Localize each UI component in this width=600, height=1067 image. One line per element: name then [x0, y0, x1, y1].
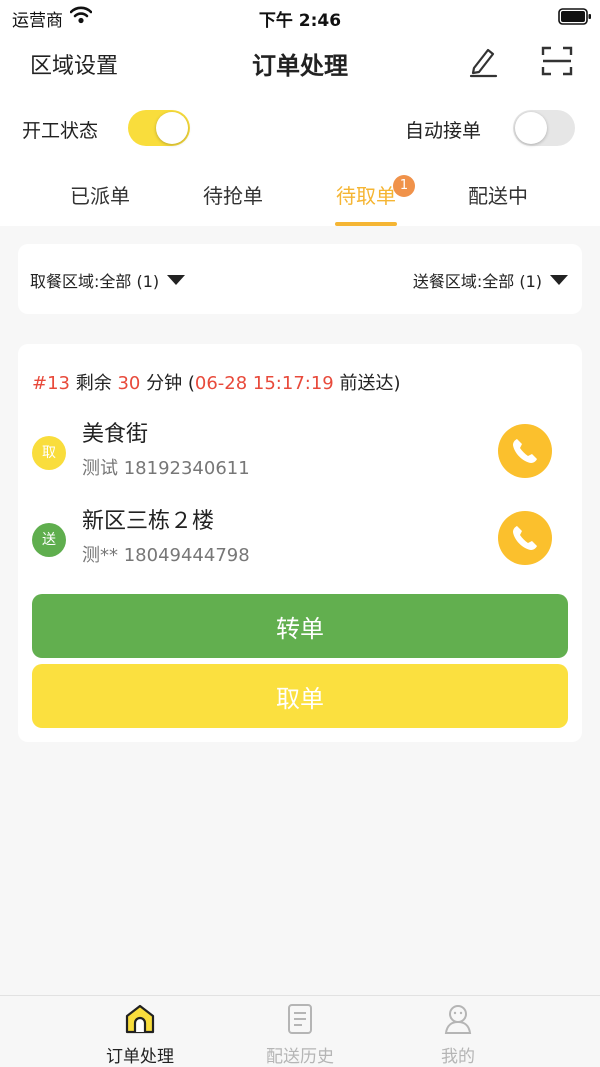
delivery-contact: 测** 18049444798 — [82, 545, 250, 566]
order-number: #13 — [32, 373, 70, 394]
home-icon — [125, 1004, 155, 1034]
top-panel: 运营商 下午 2:46 区域设置 订单处理 开工状态 自动接单 已派单 待抢单 … — [0, 0, 600, 226]
caret-down-icon — [550, 275, 568, 285]
tabbar-history-label: 配送历史 — [266, 1047, 334, 1067]
tabbar-orders[interactable]: 订单处理 — [80, 1002, 200, 1067]
tabbar-mine-label: 我的 — [441, 1047, 475, 1067]
auto-accept-label: 自动接单 — [405, 120, 482, 142]
deadline-time: 06-28 15:17:19 — [194, 373, 334, 394]
pickup-area-filter[interactable]: 取餐区域:全部 (1) — [30, 268, 186, 292]
document-icon — [288, 1004, 312, 1034]
clock: 下午 2:46 — [258, 11, 342, 31]
nav-bar: 区域设置 订单处理 — [0, 40, 600, 86]
remain-minutes: 30 — [117, 373, 141, 394]
deadline-suffix: 前送达) — [339, 373, 401, 394]
delivery-area-label: 送餐区域:全部 (1) — [412, 272, 542, 291]
tabbar-orders-label: 订单处理 — [106, 1047, 174, 1067]
edit-icon[interactable] — [466, 44, 500, 82]
take-order-button[interactable]: 取单 — [32, 664, 568, 728]
toggle-knob — [156, 112, 188, 144]
tab-dispatched[interactable]: 已派单 — [50, 180, 150, 209]
bottom-tab-bar: 订单处理 配送历史 我的 — [0, 995, 600, 1067]
user-icon — [444, 1005, 472, 1034]
order-header: #13 剩余 30 分钟 (06-28 15:17:19 前送达) — [32, 369, 401, 395]
phone-icon — [513, 439, 537, 463]
auto-accept-toggle[interactable] — [513, 110, 575, 146]
pickup-name: 美食街 — [82, 422, 149, 447]
tabbar-history[interactable]: 配送历史 — [240, 1002, 360, 1067]
tab-active-underline — [335, 222, 397, 226]
open-paren: ( — [187, 373, 195, 394]
order-tabs: 已派单 待抢单 待取单 配送中 — [0, 172, 600, 226]
tab-grab[interactable]: 待抢单 — [183, 180, 283, 209]
pickup-area-label: 取餐区域:全部 (1) — [30, 272, 160, 291]
region-settings-button[interactable]: 区域设置 — [30, 48, 118, 80]
phone-icon — [513, 526, 537, 550]
delivery-name: 新区三栋２楼 — [82, 509, 215, 534]
tab-delivering[interactable]: 配送中 — [448, 180, 548, 209]
pickup-badge: 取 — [32, 436, 66, 470]
area-filter-card: 取餐区域:全部 (1) 送餐区域:全部 (1) — [18, 244, 582, 314]
work-status-label: 开工状态 — [22, 120, 99, 142]
battery-icon — [558, 8, 592, 31]
pickup-contact: 测试 18192340611 — [82, 458, 250, 479]
status-toggles-row: 开工状态 自动接单 — [0, 106, 600, 150]
tabbar-mine[interactable]: 我的 — [398, 1002, 518, 1067]
toggle-knob — [515, 112, 547, 144]
delivery-area-filter[interactable]: 送餐区域:全部 (1) — [413, 268, 568, 292]
scan-icon[interactable] — [540, 44, 574, 82]
work-status-toggle[interactable] — [128, 110, 190, 146]
status-bar: 运营商 下午 2:46 — [0, 0, 600, 34]
remain-unit: 分钟 — [146, 373, 183, 394]
remain-prefix: 剩余 — [75, 373, 112, 394]
pickup-stop: 取 美食街 测试 18192340611 — [32, 416, 572, 486]
call-pickup-button[interactable] — [498, 424, 552, 478]
delivery-stop: 送 新区三栋２楼 测** 18049444798 — [32, 503, 572, 573]
tab-count-badge: 1 — [393, 175, 415, 197]
caret-down-icon — [167, 275, 186, 285]
delivery-badge: 送 — [32, 523, 66, 557]
transfer-order-button[interactable]: 转单 — [32, 594, 568, 658]
call-delivery-button[interactable] — [498, 511, 552, 565]
